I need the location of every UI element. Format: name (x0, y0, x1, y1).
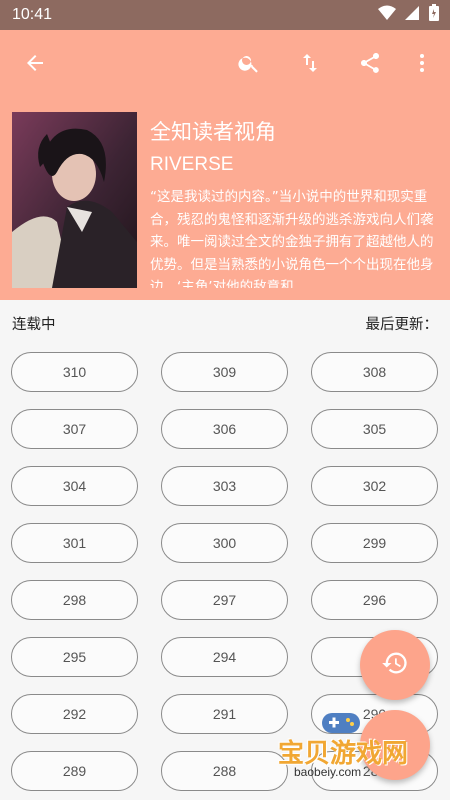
chapter-chip[interactable]: 301 (11, 523, 138, 563)
toolbar (0, 30, 450, 100)
arrow-left-icon (23, 51, 47, 79)
chapter-chip[interactable]: 295 (11, 637, 138, 677)
chapter-chip[interactable]: 292 (11, 694, 138, 734)
chapter-chip[interactable]: 294 (161, 637, 288, 677)
wifi-icon (378, 5, 396, 25)
chapter-chip[interactable]: 309 (161, 352, 288, 392)
last-update-label: 最后更新： (365, 316, 439, 333)
book-title: 全知读者视角 (150, 120, 276, 144)
chapter-chip[interactable]: 305 (311, 409, 438, 449)
battery-icon (428, 4, 440, 26)
chapter-chip[interactable]: 297 (161, 580, 288, 620)
history-icon (381, 649, 409, 681)
chapter-chip[interactable]: 289 (11, 751, 138, 791)
chapter-chip[interactable]: 308 (311, 352, 438, 392)
back-button[interactable] (18, 48, 52, 82)
book-header: 全知读者视角 RIVERSE “这是我读过的内容。”当小说中的世界和现实重合，残… (0, 30, 450, 300)
info-row: 连载中 最后更新： (0, 300, 450, 346)
share-button[interactable] (353, 48, 387, 82)
book-cover[interactable] (12, 112, 137, 288)
chapter-chip[interactable]: 304 (11, 466, 138, 506)
chapter-chip[interactable]: 310 (11, 352, 138, 392)
serial-status: 连载中 (12, 316, 56, 333)
more-options-button[interactable] (405, 48, 439, 82)
share-icon (358, 51, 382, 79)
chapter-chip[interactable]: 299 (311, 523, 438, 563)
history-fab[interactable] (360, 630, 430, 700)
sort-button[interactable] (293, 48, 327, 82)
signal-icon (404, 5, 420, 25)
watermark-url: baobeiy.com (294, 765, 362, 779)
search-icon (237, 51, 261, 79)
chapter-chip[interactable]: 306 (161, 409, 288, 449)
chapter-chip[interactable]: 296 (311, 580, 438, 620)
swap-vertical-icon (298, 51, 322, 79)
search-button[interactable] (232, 48, 266, 82)
watermark-logo: 宝贝游戏网 baobeiy.com (272, 705, 422, 785)
chapter-chip[interactable]: 298 (11, 580, 138, 620)
more-vertical-icon (410, 51, 434, 79)
chapter-chip[interactable]: 302 (311, 466, 438, 506)
chapter-chip[interactable]: 291 (161, 694, 288, 734)
book-description: “这是我读过的内容。”当小说中的世界和现实重合，残忍的鬼怪和逐渐升级的逃杀游戏向… (150, 189, 434, 288)
chapter-chip[interactable]: 288 (161, 751, 288, 791)
status-time: 10:41 (12, 6, 53, 23)
status-bar: 10:41 (0, 0, 450, 30)
chapter-chip[interactable]: 300 (161, 523, 288, 563)
chapter-chip[interactable]: 303 (161, 466, 288, 506)
chapter-chip[interactable]: 307 (11, 409, 138, 449)
book-author: RIVERSE (150, 154, 234, 175)
